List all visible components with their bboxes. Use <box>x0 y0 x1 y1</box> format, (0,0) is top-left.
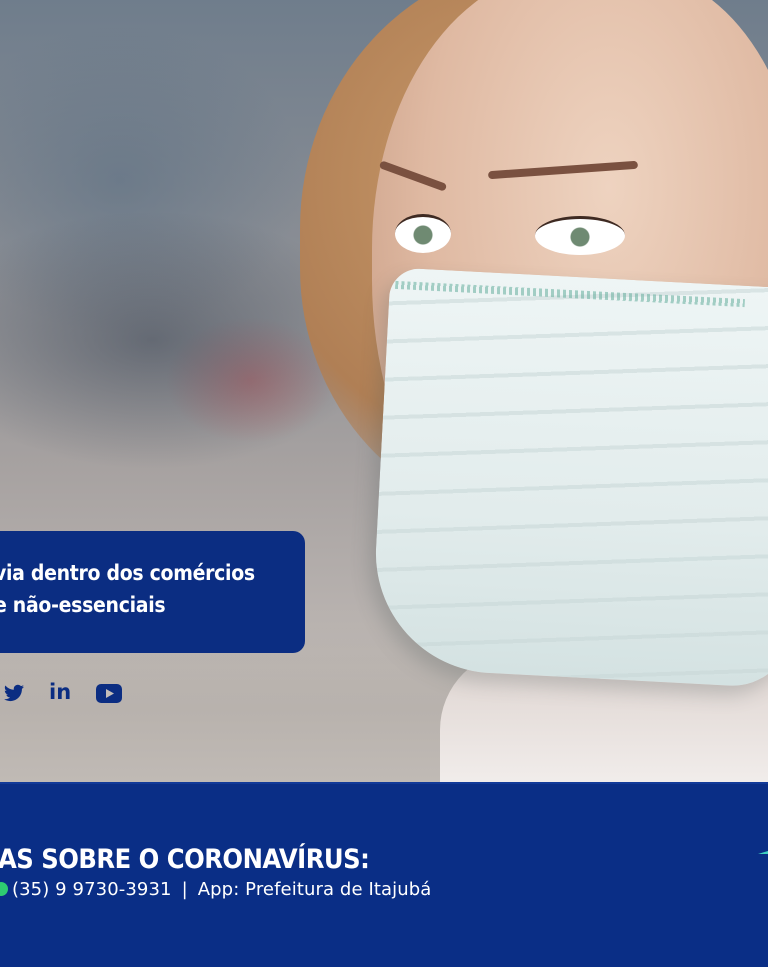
logo-fragment-icon <box>758 851 768 854</box>
face-mask <box>369 267 768 689</box>
footer-bar: AS SOBRE O CORONAVÍRUS: (35) 9 9730-3931… <box>0 782 768 967</box>
app-name[interactable]: App: Prefeitura de Itajubá <box>198 879 432 900</box>
right-eye <box>535 216 625 255</box>
youtube-icon[interactable] <box>96 684 122 703</box>
info-banner: via dentro dos comércios e não-essenciai… <box>0 531 305 653</box>
banner-line-1: via dentro dos comércios <box>0 561 255 585</box>
footer-headline: AS SOBRE O CORONAVÍRUS: <box>0 844 370 875</box>
contact-line: (35) 9 9730-3931 | App: Prefeitura de Itaj… <box>0 879 431 900</box>
linkedin-icon[interactable]: in <box>49 680 71 704</box>
contact-separator: | <box>181 879 188 900</box>
twitter-icon[interactable] <box>4 684 24 702</box>
whatsapp-icon[interactable] <box>0 882 8 896</box>
left-eye <box>395 214 451 253</box>
footer-divider <box>0 782 768 784</box>
phone-number[interactable]: (35) 9 9730-3931 <box>12 879 172 900</box>
background-photo <box>0 0 768 782</box>
banner-line-2: e não-essenciais <box>0 593 166 617</box>
